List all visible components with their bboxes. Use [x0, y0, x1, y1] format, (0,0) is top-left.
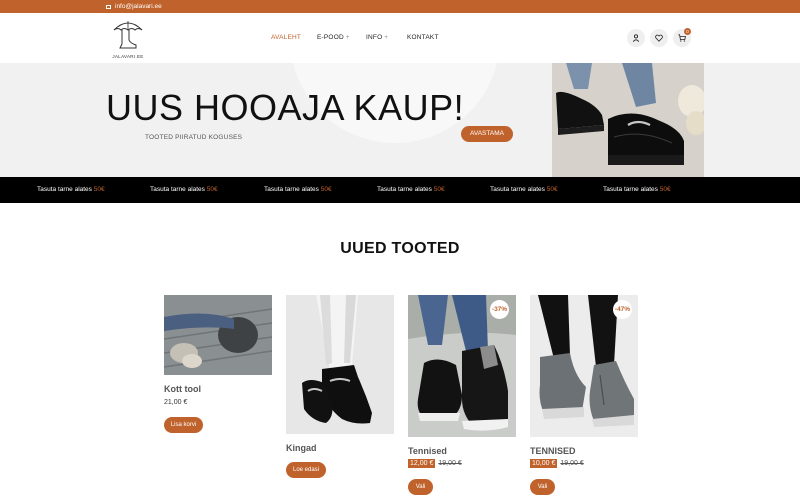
account-button[interactable] [627, 29, 645, 47]
nav-info-label: INFO [366, 34, 383, 41]
ticker-item: Tasuta tarne alates 50€ [490, 186, 558, 193]
hero-title: UUS HOOAJA KAUP! [106, 87, 465, 128]
product-price: 12,00 €19,00 € [408, 459, 462, 468]
cart-count-badge: 0 [684, 28, 691, 35]
ticker-item-text: Tasuta tarne alates [603, 186, 658, 193]
ticker-item-amount: 50€ [433, 186, 445, 193]
site-header: JALAVARI.EE AVALEHT E-POOD + INFO + KONTAK… [0, 13, 800, 63]
hero-banner: UUS HOOAJA KAUP! TOOTED PIIRATUD KOGUSES… [0, 63, 800, 177]
contact-email[interactable]: info@jalavari.ee [106, 3, 162, 10]
free-shipping-ticker: Tasuta tarne alates 50€ Tasuta tarne ala… [0, 177, 800, 203]
nav-e-pood[interactable]: E-POOD + [317, 34, 350, 41]
ticker-item-text: Tasuta tarne alates [37, 186, 92, 193]
add-to-cart-button[interactable]: Lisa korvi [164, 417, 203, 433]
product-name[interactable]: Kott tool [164, 384, 201, 394]
product-image[interactable] [286, 295, 394, 434]
ticker-item-text: Tasuta tarne alates [264, 186, 319, 193]
discount-badge: -37% [490, 300, 509, 319]
ticker-item: Tasuta tarne alates 50€ [603, 186, 671, 193]
ticker-item-text: Tasuta tarne alates [377, 186, 432, 193]
nav-avaleht[interactable]: AVALEHT [271, 34, 301, 41]
product-price: 10,00 €19,00 € [530, 459, 584, 468]
user-icon [632, 34, 640, 42]
heart-icon [655, 34, 663, 42]
ticker-item: Tasuta tarne alates 50€ [150, 186, 218, 193]
loafer-photo [552, 63, 704, 177]
bag-chair-photo [164, 295, 272, 375]
sale-price: 12,00 € [408, 459, 436, 468]
product-image[interactable] [164, 295, 272, 375]
ticker-item-amount: 50€ [320, 186, 332, 193]
umbrella-boot-logo-icon [113, 21, 143, 49]
hero-photo [552, 63, 704, 177]
sale-price: 10,00 € [530, 459, 558, 468]
nav-kontakt[interactable]: KONTAKT [407, 34, 439, 41]
nav-avaleht-label: AVALEHT [271, 34, 302, 41]
ticker-item: Tasuta tarne alates 50€ [377, 186, 445, 193]
section-title: UUED TOOTED [340, 240, 460, 257]
product-name[interactable]: Kingad [286, 443, 317, 453]
mail-icon [106, 4, 111, 9]
nav-e-pood-label: E-POOD [317, 34, 344, 41]
logo[interactable]: JALAVARI.EE [108, 18, 148, 60]
ticker-item-amount: 50€ [206, 186, 218, 193]
select-options-button[interactable]: Vali [530, 479, 555, 495]
ticker-item-amount: 50€ [93, 186, 105, 193]
read-more-button[interactable]: Loe edasi [286, 462, 326, 478]
old-price: 19,00 € [560, 460, 584, 467]
discount-badge: -47% [613, 300, 632, 319]
ticker-item-amount: 50€ [546, 186, 558, 193]
product-name[interactable]: TENNISED [530, 446, 576, 456]
wishlist-button[interactable] [650, 29, 668, 47]
contact-email-text: info@jalavari.ee [115, 3, 162, 10]
ticker-item-text: Tasuta tarne alates [490, 186, 545, 193]
plus-icon: + [345, 35, 350, 41]
ticker-item: Tasuta tarne alates 50€ [264, 186, 332, 193]
nav-kontakt-label: KONTAKT [407, 34, 439, 41]
product-name[interactable]: Tennised [408, 446, 447, 456]
old-price: 19,00 € [438, 460, 462, 467]
plus-icon: + [384, 35, 389, 41]
ticker-item: Tasuta tarne alates 50€ [37, 186, 105, 193]
select-options-button[interactable]: Vali [408, 479, 433, 495]
logo-text: JALAVARI.EE [112, 54, 144, 59]
product-price: 21,00 € [164, 399, 188, 406]
hero-cta-button[interactable]: AVASTAMA [461, 126, 513, 142]
hero-subtitle: TOOTED PIIRATUD KOGUSES [145, 134, 243, 141]
loafer-photo [286, 295, 394, 434]
top-bar: info@jalavari.ee [0, 0, 800, 13]
nav-info[interactable]: INFO + [366, 34, 388, 41]
cart-icon [678, 34, 686, 42]
ticker-item-text: Tasuta tarne alates [150, 186, 205, 193]
ticker-item-amount: 50€ [659, 186, 671, 193]
